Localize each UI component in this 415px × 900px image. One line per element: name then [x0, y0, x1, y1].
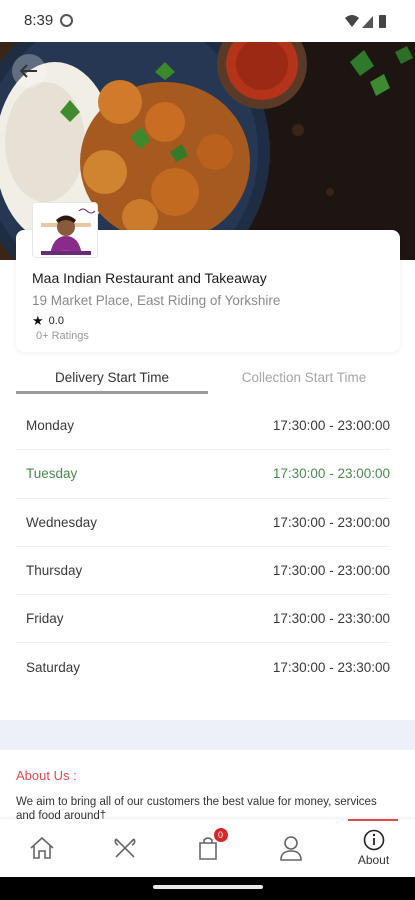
- restaurant-logo: [32, 202, 98, 258]
- hours-row-saturday: Saturday 17:30:00 - 23:30:00: [16, 643, 390, 691]
- basket-badge: 0: [213, 828, 228, 842]
- star-icon: ★: [32, 313, 44, 328]
- about-text: We aim to bring all of our customers the…: [16, 796, 377, 819]
- rating-row: ★ 0.0: [32, 313, 64, 328]
- hours-row-monday: Monday 17:30:00 - 23:00:00: [16, 402, 390, 451]
- day-label: Thursday: [26, 563, 83, 579]
- opening-hours-list: Monday 17:30:00 - 23:00:00 Tuesday 17:30…: [16, 402, 390, 692]
- wifi-icon: [345, 15, 359, 27]
- back-button[interactable]: [12, 54, 46, 88]
- time-range: 17:30:00 - 23:30:00: [272, 660, 390, 676]
- rating-value: 0.0: [48, 315, 64, 327]
- status-icons: [345, 15, 386, 28]
- info-icon: [363, 829, 384, 851]
- day-label: Wednesday: [26, 514, 98, 530]
- battery-icon: [379, 15, 386, 28]
- nav-account[interactable]: [249, 819, 332, 877]
- hours-row-tuesday: Tuesday 17:30:00 - 23:00:00: [16, 450, 390, 499]
- signal-icon: [362, 16, 373, 28]
- user-icon: [279, 836, 302, 861]
- tab-collection-start-time[interactable]: Collection Start Time: [208, 370, 400, 385]
- hours-row-thursday: Thursday 17:30:00 - 23:00:00: [16, 547, 390, 596]
- status-time: 8:39: [24, 12, 54, 29]
- day-label: Saturday: [26, 660, 81, 676]
- restaurant-address: 19 Market Place, East Riding of Yorkshir…: [32, 293, 281, 308]
- time-range: 17:30:00 - 23:00:00: [272, 418, 390, 434]
- tab-delivery-start-time[interactable]: Delivery Start Time: [16, 370, 208, 385]
- time-range: 17:30:00 - 23:30:00: [272, 611, 390, 627]
- home-icon: [29, 836, 54, 859]
- nav-basket[interactable]: 0: [166, 819, 249, 877]
- nav-menu[interactable]: [83, 819, 166, 877]
- hours-row-wednesday: Wednesday 17:30:00 - 23:00:00: [16, 499, 390, 547]
- day-label: Friday: [26, 611, 64, 627]
- nav-about-label: About: [357, 853, 390, 867]
- day-label: Tuesday: [26, 466, 78, 482]
- restaurant-name: Maa Indian Restaurant and Takeaway: [32, 270, 267, 286]
- restaurant-info-card: Maa Indian Restaurant and Takeaway 19 Ma…: [16, 202, 400, 352]
- time-range: 17:30:00 - 23:00:00: [272, 563, 390, 579]
- fork-knife-icon: [114, 838, 135, 858]
- time-range: 17:30:00 - 23:00:00: [272, 466, 390, 482]
- time-range: 17:30:00 - 23:00:00: [272, 514, 390, 530]
- home-indicator[interactable]: [153, 885, 263, 889]
- nav-home[interactable]: [0, 819, 83, 877]
- bottom-navigation: 0 About: [0, 819, 415, 877]
- system-gesture-bar: [0, 877, 415, 900]
- about-title: About Us :: [16, 768, 77, 783]
- nav-about[interactable]: About: [332, 819, 415, 877]
- ratings-count: 0+ Ratings: [36, 330, 89, 342]
- hours-row-friday: Friday 17:30:00 - 23:30:00: [16, 595, 390, 644]
- tab-indicator: [16, 391, 208, 394]
- day-label: Monday: [26, 418, 75, 434]
- arrow-left-icon: [20, 64, 37, 78]
- status-bar: 8:39: [0, 0, 415, 42]
- notification-icon: [60, 14, 73, 27]
- section-divider: [0, 720, 415, 750]
